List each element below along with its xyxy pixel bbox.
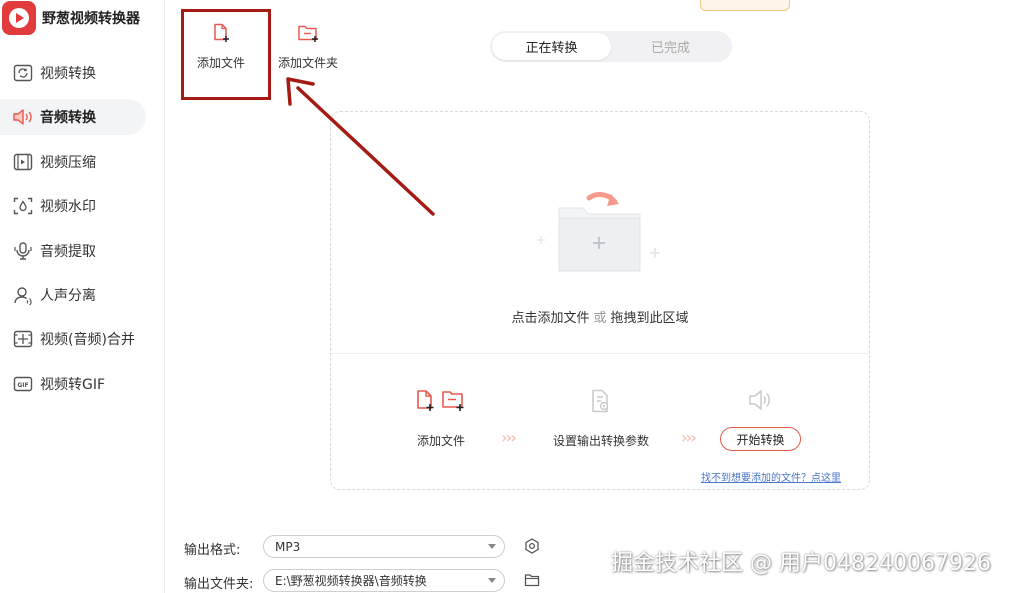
step-arrow-icon: ››› <box>501 428 517 447</box>
output-format-label: 输出格式: <box>184 543 241 558</box>
video-convert-icon <box>12 62 34 84</box>
sidebar-item-audio-convert[interactable]: 音频转换 <box>0 99 146 136</box>
drop-hint-drag: 拖拽到此区域 <box>610 311 689 326</box>
step-arrow-icon: ››› <box>681 428 697 447</box>
start-convert-button[interactable]: 开始转换 <box>720 427 801 451</box>
sidebar-item-label: 人声分离 <box>40 287 96 304</box>
sidebar-item-label: 视频转换 <box>40 66 96 82</box>
top-segment-button[interactable] <box>700 0 790 11</box>
step-settings-label: 设置输出转换参数 <box>552 434 649 448</box>
settings-doc-icon <box>589 388 613 418</box>
watermark: 掘金技术社区 @ 用户048240067926 <box>611 551 991 576</box>
svg-text:GIF: GIF <box>17 382 28 389</box>
merge-icon <box>12 328 34 350</box>
sidebar-item-video-compress[interactable]: 视频压缩 <box>0 144 146 180</box>
drop-hint-click: 点击添加文件 <box>511 311 590 326</box>
output-folder-label: 输出文件夹: <box>184 577 254 592</box>
audio-extract-icon <box>12 240 34 262</box>
gear-icon <box>525 538 539 554</box>
format-settings-button[interactable] <box>523 537 541 555</box>
file-drop-area: 点击添加文件或拖拽到此区域 添加文件 ››› 设置输出转换参数 ››› 开始转换… <box>330 111 870 490</box>
video-compress-icon <box>12 151 34 173</box>
sidebar-item-label: 音频转换 <box>40 110 96 127</box>
video-watermark-icon <box>12 195 34 217</box>
sidebar-item-label: 视频转GIF <box>40 376 106 393</box>
sidebar-item-label: 视频压缩 <box>40 154 96 171</box>
sidebar-item-merge[interactable]: 视频(音频)合并 <box>0 321 146 357</box>
sidebar-item-label: 音频提取 <box>40 243 96 260</box>
drop-hint-or: 或 <box>593 311 607 326</box>
annotation-highlight-box <box>181 9 271 100</box>
drop-zone[interactable]: 点击添加文件或拖拽到此区域 <box>331 112 869 353</box>
output-format-select[interactable]: MP3 <box>263 535 505 558</box>
help-link[interactable]: 找不到想要添加的文件？点这里 <box>701 469 841 484</box>
add-folder-button[interactable]: 添加文件夹 <box>270 22 346 78</box>
sidebar-item-label: 视频(音频)合并 <box>40 332 135 349</box>
divider <box>331 353 869 354</box>
sidebar-item-voice-separation[interactable]: 人声分离 <box>0 277 146 313</box>
sidebar-item-audio-extract[interactable]: 音频提取 <box>0 233 146 269</box>
add-folder-label: 添加文件夹 <box>277 56 338 70</box>
folder-add-illustration-icon <box>537 192 660 272</box>
step-settings: 设置输出转换参数 <box>551 388 651 449</box>
voice-separation-icon <box>12 284 34 306</box>
sidebar-item-video-convert[interactable]: 视频转换 <box>0 55 146 91</box>
sidebar-item-label: 视频水印 <box>40 199 96 216</box>
app-header: 野葱视频转换器 <box>0 0 165 36</box>
tab-completed[interactable]: 已完成 <box>611 33 730 60</box>
sidebar-item-gif[interactable]: GIF 视频转GIF <box>0 366 146 402</box>
output-folder-value: E:\野葱视频转换器\音频转换 <box>275 574 427 588</box>
output-folder-select[interactable]: E:\野葱视频转换器\音频转换 <box>263 569 505 592</box>
chevron-down-icon <box>488 544 496 549</box>
gif-icon: GIF <box>12 373 34 395</box>
top-strip <box>650 0 800 12</box>
chevron-down-icon <box>488 578 496 583</box>
sidebar-nav: 视频转换 音频转换 视频压缩 视频水印 音频提取 人声分离 视频(音频)合并 G… <box>0 55 165 410</box>
status-tabs: 正在转换 已完成 <box>490 31 732 62</box>
open-folder-button[interactable] <box>523 571 541 589</box>
output-format-value: MP3 <box>275 539 301 554</box>
app-title: 野葱视频转换器 <box>42 11 140 27</box>
add-folder-icon <box>296 22 320 48</box>
step-add-file-label: 添加文件 <box>416 434 465 448</box>
folder-icon <box>524 574 540 587</box>
step-folder-icon <box>441 388 467 418</box>
audio-convert-icon <box>12 106 34 128</box>
start-audio-icon <box>747 388 775 416</box>
tab-converting[interactable]: 正在转换 <box>492 33 611 60</box>
app-logo-icon <box>2 1 36 35</box>
sidebar-item-video-watermark[interactable]: 视频水印 <box>0 188 146 224</box>
step-add-file: 添加文件 <box>411 388 471 449</box>
sidebar: 野葱视频转换器 视频转换 音频转换 视频压缩 视频水印 音频提取 人声分离 视频… <box>0 0 165 593</box>
drop-hint: 点击添加文件或拖拽到此区域 <box>331 307 869 326</box>
step-file-icon <box>415 388 437 418</box>
